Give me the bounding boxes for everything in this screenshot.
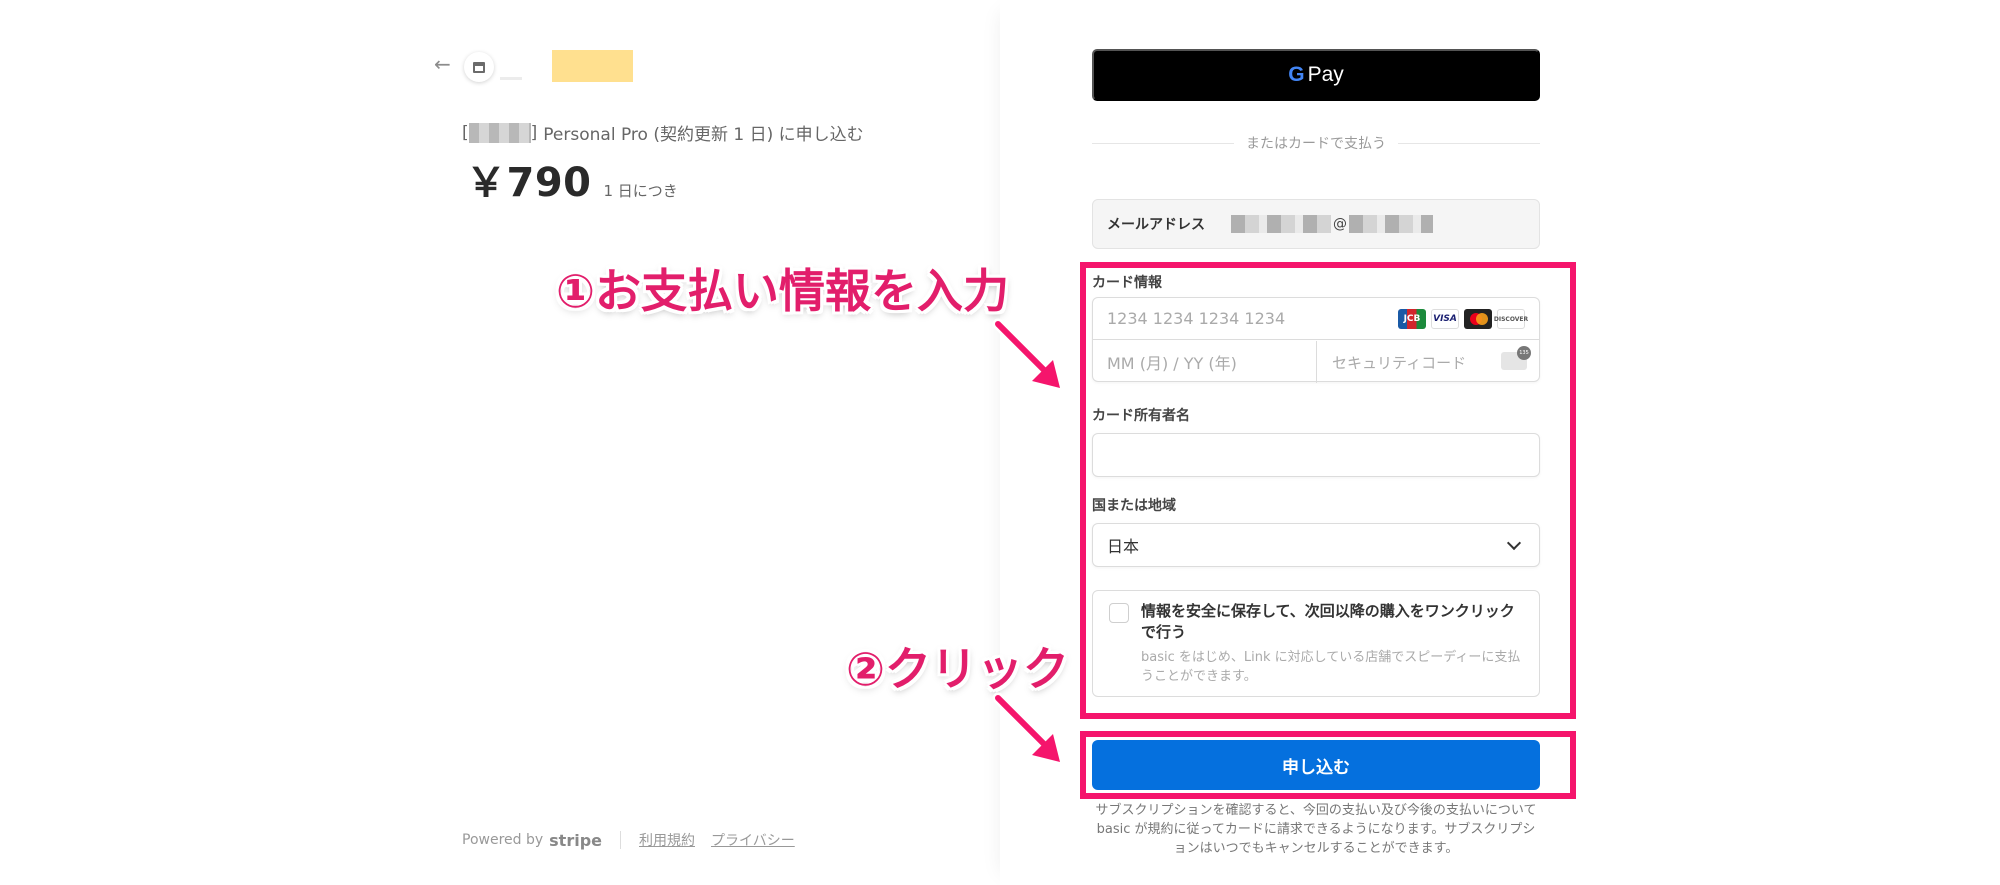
email-label: メールアドレス [1107,217,1205,233]
billing-period: 1 日につき [603,182,678,200]
merchant-name-blur [500,77,522,80]
redacted-text [468,122,531,143]
price: ￥790 [466,160,592,206]
annotation-box-submit [1080,731,1576,799]
privacy-link[interactable]: プライバシー [711,830,795,850]
price-row: ￥790 1 日につき [466,150,678,208]
annotation-arrow-1 [992,318,1063,391]
merchant-name-redaction [552,50,633,82]
annotation-arrow-2 [992,692,1063,765]
product-title: [ ] Personal Pro (契約更新 1 日) に申し込む [462,120,864,145]
arrow-left-icon[interactable]: ← [434,52,451,76]
footer: Powered by stripe 利用規約 プライバシー [462,830,811,850]
annotation-step2: ②クリック [846,642,1069,696]
merchant-logo [464,52,494,82]
pay-with-card-divider: またはカードで支払う [1092,133,1540,153]
annotation-step1: ①お支払い情報を入力 [556,264,1009,318]
email-value: @ [1231,215,1433,233]
google-pay-button[interactable]: G Pay [1092,49,1540,101]
annotation-box-payment-info [1080,262,1576,719]
powered-by-text: Powered by [462,832,544,848]
footer-divider [620,831,622,849]
store-icon [473,61,485,73]
terms-link[interactable]: 利用規約 [639,830,695,850]
subscription-terms: サブスクリプションを確認すると、今回の支払い及び今後の支払いについて basic… [1095,803,1537,856]
google-g-icon: G [1288,63,1305,86]
email-field[interactable]: メールアドレス @ [1092,199,1540,249]
redacted-email-domain [1349,215,1433,233]
stripe-logo[interactable]: stripe [549,831,602,850]
redacted-email-user [1231,215,1331,233]
product-name: Personal Pro (契約更新 1 日) に申し込む [543,125,864,145]
